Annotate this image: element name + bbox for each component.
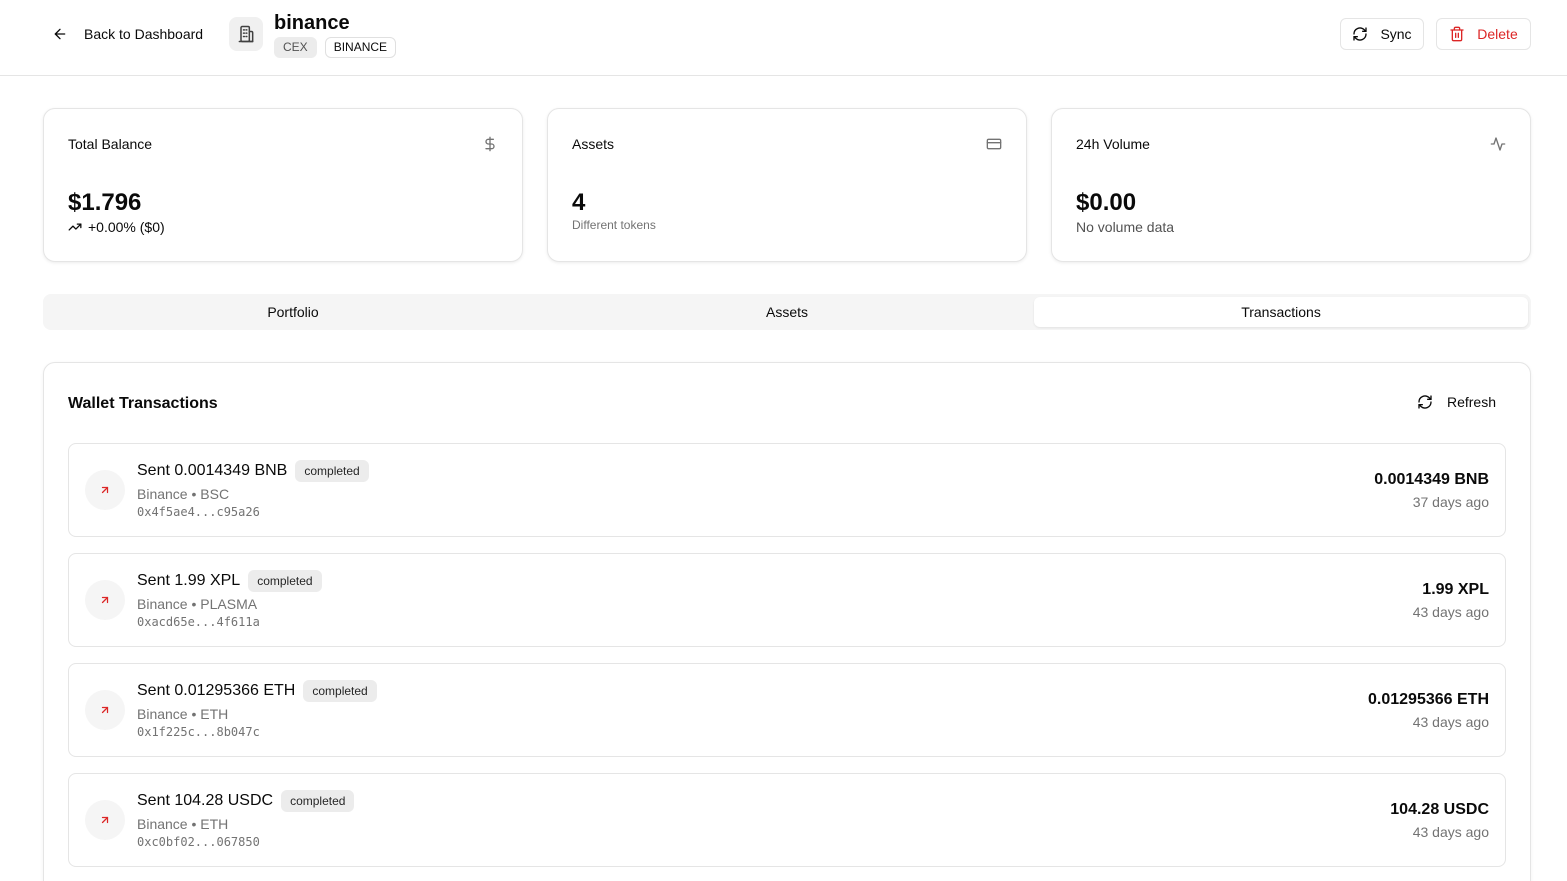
tx-network: Binance • ETH — [137, 706, 229, 722]
tab-transactions[interactable]: Transactions — [1034, 297, 1528, 327]
transaction-row[interactable]: Sent 104.28 USDC completed Binance • ETH… — [68, 773, 1506, 867]
tx-time: 43 days ago — [1412, 824, 1489, 840]
volume-value: $0.00 — [1076, 189, 1137, 216]
tx-network: Binance • ETH — [137, 816, 229, 832]
wallet-type-badge: CEX — [274, 37, 317, 58]
sync-button[interactable]: Sync — [1340, 18, 1424, 50]
trash-icon — [1450, 26, 1464, 42]
wallet-badges: CEX BINANCE — [274, 37, 397, 58]
tx-hash: 0x1f225c...8b047c — [137, 725, 260, 739]
back-to-dashboard-label: Back to Dashboard — [84, 26, 204, 42]
refresh-button[interactable]: Refresh — [1417, 394, 1496, 410]
credit-card-icon — [986, 138, 1002, 150]
total-balance-card: Total Balance $1.796 +0.00% ($0) — [43, 108, 523, 262]
delete-button[interactable]: Delete — [1436, 18, 1531, 50]
tab-list: Portfolio Assets Transactions — [43, 294, 1531, 330]
tx-hash: 0x4f5ae4...c95a26 — [137, 505, 260, 519]
tab-portfolio[interactable]: Portfolio — [46, 297, 540, 327]
tx-description: Sent 1.99 XPL — [137, 572, 241, 589]
building-icon — [238, 25, 254, 43]
arrow-up-right-icon — [101, 816, 109, 824]
tx-time: 43 days ago — [1412, 714, 1489, 730]
tx-hash: 0xc0bf02...067850 — [137, 835, 260, 849]
tx-description: Sent 104.28 USDC — [137, 792, 274, 809]
total-balance-value: $1.796 — [68, 189, 142, 216]
tx-header: Sent 1.99 XPL completed — [137, 570, 322, 592]
tx-network: Binance • BSC — [137, 486, 230, 502]
tx-amount: 0.01295366 ETH — [1368, 691, 1489, 708]
assets-label: Assets — [572, 136, 615, 152]
sync-label: Sync — [1380, 26, 1412, 42]
volume-subtitle: No volume data — [1076, 219, 1175, 235]
status-badge: completed — [281, 790, 355, 812]
tx-network: Binance • PLASMA — [137, 596, 258, 612]
arrow-left-icon — [54, 28, 66, 40]
activity-icon — [1490, 137, 1506, 151]
tx-header: Sent 0.0014349 BNB completed — [137, 460, 369, 482]
top-bar: Back to Dashboard binance CEX BINANCE Sy… — [0, 0, 1567, 76]
assets-count: 4 — [572, 189, 586, 216]
tx-direction-badge — [85, 690, 125, 730]
tx-header: Sent 0.01295366 ETH completed — [137, 680, 377, 702]
transaction-row[interactable]: Sent 0.01295366 ETH completed Binance • … — [68, 663, 1506, 757]
panel-title: Wallet Transactions — [68, 395, 218, 412]
total-balance-label: Total Balance — [68, 136, 153, 152]
arrow-up-right-icon — [101, 486, 109, 494]
dollar-icon — [485, 136, 495, 152]
transaction-row[interactable]: Sent 1.99 XPL completed Binance • PLASMA… — [68, 553, 1506, 647]
wallet-title: binance — [274, 12, 350, 34]
status-badge: completed — [295, 460, 369, 482]
volume-card: 24h Volume $0.00 No volume data — [1051, 108, 1531, 262]
tab-assets[interactable]: Assets — [540, 297, 1034, 327]
tx-time: 43 days ago — [1412, 604, 1489, 620]
balance-change-text: +0.00% ($0) — [88, 219, 165, 235]
status-badge: completed — [303, 680, 377, 702]
tx-amount: 0.0014349 BNB — [1374, 471, 1489, 488]
refresh-icon — [1418, 395, 1432, 409]
tx-hash: 0xacd65e...4f611a — [137, 615, 260, 629]
volume-label: 24h Volume — [1076, 136, 1150, 152]
refresh-label: Refresh — [1446, 394, 1496, 410]
arrow-up-right-icon — [101, 706, 109, 714]
tx-direction-badge — [85, 580, 125, 620]
tx-header: Sent 104.28 USDC completed — [137, 790, 355, 812]
arrow-up-right-icon — [101, 596, 109, 604]
wallet-transactions-panel: Wallet Transactions Refresh Sent 0.00143… — [43, 362, 1531, 881]
tx-amount: 104.28 USDC — [1390, 801, 1489, 818]
back-to-dashboard-button[interactable]: Back to Dashboard — [52, 22, 203, 46]
balance-change: +0.00% ($0) — [68, 219, 165, 235]
assets-subtitle: Different tokens — [572, 218, 656, 232]
tx-direction-badge — [85, 800, 125, 840]
transaction-row[interactable]: Sent 0.0014349 BNB completed Binance • B… — [68, 443, 1506, 537]
tx-description: Sent 0.01295366 ETH — [137, 682, 296, 699]
exchange-avatar — [229, 17, 263, 51]
tx-direction-badge — [85, 470, 125, 510]
tx-amount: 1.99 XPL — [1422, 581, 1489, 598]
tx-time: 37 days ago — [1412, 494, 1489, 510]
exchange-badge: BINANCE — [324, 37, 397, 58]
tx-description: Sent 0.0014349 BNB — [137, 462, 288, 479]
trending-up-icon — [68, 223, 82, 231]
status-badge: completed — [248, 570, 322, 592]
assets-card: Assets 4 Different tokens — [547, 108, 1027, 262]
delete-label: Delete — [1477, 26, 1518, 42]
refresh-icon — [1353, 27, 1368, 41]
